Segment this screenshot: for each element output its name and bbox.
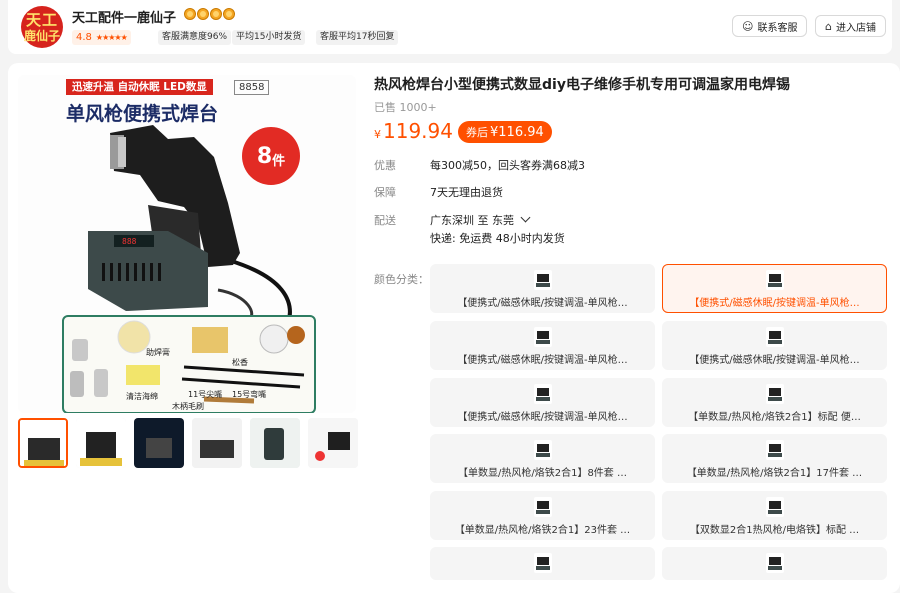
sku-text: 【单数显/热风枪/烙铁2合1】标配 便… bbox=[688, 412, 861, 423]
sku-thumbnail bbox=[766, 497, 784, 517]
delivery-label: 配送 bbox=[374, 214, 396, 227]
sku-option-5[interactable]: 【便携式/磁感休眠/按键调温-单风枪… bbox=[430, 378, 655, 427]
logo-text-2: 鹿仙子 bbox=[23, 28, 60, 43]
sku-thumbnail bbox=[534, 440, 552, 460]
price-value: 119.94 bbox=[383, 119, 453, 143]
promo-value[interactable]: 每300减50，回头客券满68减3 bbox=[430, 157, 585, 173]
thumbnail-2[interactable] bbox=[76, 418, 126, 468]
guarantee-label: 保障 bbox=[374, 186, 396, 199]
thumbnail-4[interactable] bbox=[192, 418, 242, 468]
store-icon: ⌂ bbox=[825, 19, 832, 33]
sku-text: 【单数显/热风枪/烙铁2合1】23件套 … bbox=[454, 525, 631, 536]
thumbnail-6[interactable] bbox=[308, 418, 358, 468]
sku-text: 【便携式/磁感休眠/按键调温-单风枪… bbox=[689, 355, 860, 366]
sku-option-8[interactable]: 【单数显/热风枪/烙铁2合1】17件套 … bbox=[662, 434, 887, 483]
sku-thumbnail bbox=[534, 553, 552, 573]
shop-level-crowns bbox=[184, 8, 235, 20]
sku-text: 【便携式/磁感休眠/按键调温-单风枪… bbox=[457, 298, 628, 309]
sku-option-2[interactable]: 【便携式/磁感休眠/按键调温-单风枪… bbox=[662, 264, 887, 313]
stat-shipping: 平均15小时发货 bbox=[232, 30, 306, 45]
sku-option-4[interactable]: 【便携式/磁感休眠/按键调温-单风枪… bbox=[662, 321, 887, 370]
sku-thumbnail bbox=[766, 440, 784, 460]
price: ¥ 119.94 bbox=[374, 119, 453, 143]
label-sponge: 清洁海绵 bbox=[126, 392, 158, 401]
label-tip-11: 11号尖嘴 bbox=[188, 390, 223, 399]
sku-thumbnail bbox=[534, 327, 552, 347]
rating-stars: ★★★★★ bbox=[95, 33, 128, 42]
sku-thumbnail bbox=[766, 270, 784, 290]
shipping-info: 快递: 免运费 48小时内发货 bbox=[430, 232, 565, 245]
contact-service-label: 联系客服 bbox=[757, 22, 798, 34]
coupon-prefix: 券后 bbox=[466, 126, 488, 139]
delivery-route-text: 广东深圳 至 东莞 bbox=[430, 214, 514, 227]
guarantee-value: 7天无理由退货 bbox=[430, 186, 503, 199]
crown-icon bbox=[197, 8, 209, 20]
promo-label: 优惠 bbox=[374, 159, 396, 172]
product-title: 热风枪焊台小型便携式数显diy电子维修手机专用可调温家用电焊锡 bbox=[374, 77, 790, 93]
sku-thumbnail bbox=[534, 497, 552, 517]
sku-text: 【便携式/磁感休眠/按键调温-单风枪… bbox=[689, 298, 860, 309]
sku-text: 【双数显2合1热风枪/电烙铁】标配 … bbox=[689, 525, 860, 536]
sku-option-3[interactable]: 【便携式/磁感休眠/按键调温-单风枪… bbox=[430, 321, 655, 370]
enter-shop-button[interactable]: ⌂ 进入店铺 bbox=[815, 15, 886, 37]
sku-option-9[interactable]: 【单数显/热风枪/烙铁2合1】23件套 … bbox=[430, 491, 655, 540]
sku-option-10[interactable]: 【双数显2合1热风枪/电烙铁】标配 … bbox=[662, 491, 887, 540]
logo-text-1: 天工 bbox=[25, 10, 58, 29]
sku-option-11[interactable] bbox=[430, 547, 655, 580]
sku-label: 颜色分类： bbox=[374, 273, 429, 286]
stat-reply: 客服平均17秒回复 bbox=[316, 30, 399, 45]
coupon-price-badge[interactable]: 券后 ¥116.94 bbox=[458, 121, 552, 143]
label-flux: 助焊膏 bbox=[146, 348, 170, 357]
label-tip-15: 15号弯嘴 bbox=[232, 390, 267, 399]
rating-score: 4.8 bbox=[76, 32, 92, 43]
shop-logo[interactable]: 天工 鹿仙子 bbox=[21, 6, 63, 48]
sold-count: 已售 1000+ bbox=[374, 101, 437, 114]
thumbnail-5[interactable] bbox=[250, 418, 300, 468]
shop-rating: 4.8 ★★★★★ bbox=[72, 30, 131, 45]
sku-thumbnail bbox=[534, 384, 552, 404]
shop-name[interactable]: 天工配件一鹿仙子 bbox=[72, 7, 176, 26]
sku-option-1[interactable]: 【便携式/磁感休眠/按键调温-单风枪… bbox=[430, 264, 655, 313]
sku-text: 【便携式/磁感休眠/按键调温-单风枪… bbox=[457, 412, 628, 423]
sku-thumbnail bbox=[766, 384, 784, 404]
svg-text:888: 888 bbox=[122, 237, 137, 246]
sku-option-12[interactable] bbox=[662, 547, 887, 580]
label-rosin: 松香 bbox=[232, 358, 248, 367]
thumbnail-3[interactable] bbox=[134, 418, 184, 468]
sku-thumbnail bbox=[534, 270, 552, 290]
shop-header: 天工 鹿仙子 天工配件一鹿仙子 4.8 ★★★★★ 客服满意度96% 平均15小… bbox=[8, 0, 892, 54]
contact-service-button[interactable]: ☺ 联系客服 bbox=[732, 15, 808, 37]
sku-option-7[interactable]: 【单数显/热风枪/烙铁2合1】8件套 … bbox=[430, 434, 655, 483]
label-brush: 木柄毛刷 bbox=[172, 402, 204, 411]
chevron-down-icon bbox=[520, 212, 531, 223]
sku-text: 【单数显/热风枪/烙铁2合1】8件套 … bbox=[457, 468, 627, 479]
crown-icon bbox=[223, 8, 235, 20]
accessories-panel: 助焊膏 松香 清洁海绵 11号尖嘴 15号弯嘴 木柄毛刷 bbox=[62, 315, 316, 413]
stat-satisfaction: 客服满意度96% bbox=[158, 30, 232, 45]
coupon-price: ¥116.94 bbox=[490, 124, 544, 140]
delivery-route[interactable]: 广东深圳 至 东莞 bbox=[430, 212, 531, 228]
sku-text: 【便携式/磁感休眠/按键调温-单风枪… bbox=[457, 355, 628, 366]
thumbnail-1[interactable] bbox=[18, 418, 68, 468]
sku-text: 【单数显/热风枪/烙铁2合1】17件套 … bbox=[686, 468, 863, 479]
sku-thumbnail bbox=[766, 327, 784, 347]
sku-option-6[interactable]: 【单数显/热风枪/烙铁2合1】标配 便… bbox=[662, 378, 887, 427]
product-main-image[interactable]: 迅速升温 自动休眠 LED数显 8858 单风枪便携式焊台 8 件 888 助焊… bbox=[18, 75, 356, 413]
crown-icon bbox=[184, 8, 196, 20]
thumbnail-strip bbox=[18, 418, 358, 468]
crown-icon bbox=[210, 8, 222, 20]
enter-shop-label: 进入店铺 bbox=[835, 22, 876, 34]
price-currency: ¥ bbox=[374, 128, 381, 141]
chat-icon: ☺ bbox=[742, 19, 754, 33]
sku-thumbnail bbox=[766, 553, 784, 573]
